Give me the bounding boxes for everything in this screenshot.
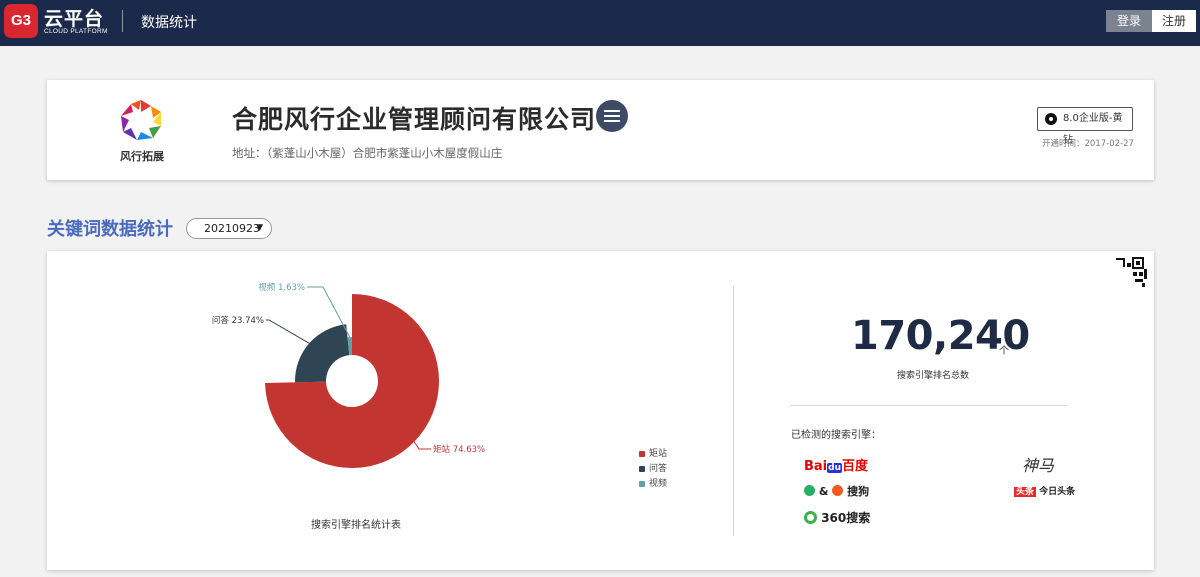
qr-code-icon[interactable] [1113,255,1149,291]
date-select[interactable]: 20210923 ▼ [186,218,272,239]
toutiao-tag: 头条 [1014,487,1037,497]
360-icon [804,511,817,524]
company-address: 地址：（紫蓬山小木屋）合肥市紫蓬山小木屋度假山庄 [232,146,503,160]
register-button[interactable]: 注册 [1152,10,1196,32]
g3-logo-badge[interactable]: G3 [4,4,38,38]
shenma-logo: 神马 [1022,456,1055,475]
wechat-icon [804,485,815,496]
company-name: 合肥风行企业管理顾问有限公司 [232,105,597,134]
company-info-card: 风行拓展 合肥风行企业管理顾问有限公司 地址：（紫蓬山小木屋）合肥市紫蓬山小木屋… [47,80,1154,180]
baidu-suffix: 百度 [842,459,869,474]
chart-title: 搜索引擎排名统计表 [311,520,401,531]
360-search-logo: 360搜索 [804,509,870,526]
slice-leader-line-1 [266,319,310,344]
edition-badge[interactable]: 8.0企业版-黄钻 [1037,107,1133,146]
logo-title[interactable]: 云平台 [44,4,104,31]
legend-item-1[interactable]: 问答 [639,462,667,477]
edition-disc-icon [1045,113,1057,125]
legend-item-2[interactable]: 视频 [639,477,667,492]
horizontal-divider [790,405,1067,406]
sogou-icon [832,485,844,496]
legend-item-0[interactable]: 矩站 [639,447,667,462]
date-select-value: 20210923 [204,222,260,235]
sogou-label: 搜狗 [847,485,870,498]
caret-down-icon: ▼ [256,223,263,233]
toutiao-logo: 头条 今日头条 [1014,484,1075,497]
legend-label: 视频 [649,479,668,489]
legend-swatch [639,481,645,487]
total-unit: 个 [999,346,1009,357]
slice-label-1: 问答 23.74% [212,315,264,326]
nav-divider [122,10,123,32]
engines-label: 已检测的搜索引擎： [791,430,881,441]
company-logo-text: 风行拓展 [120,150,164,163]
login-button[interactable]: 登录 [1106,10,1152,32]
slice-leader-line-0 [413,441,431,450]
legend-swatch [639,451,645,457]
nav-page-title: 数据统计 [141,15,197,31]
legend-label: 问答 [649,464,668,474]
chart-legend: 矩站 问答 视频 [639,447,667,492]
pie-slice-0[interactable] [265,294,440,468]
open-date: 开通时间：2017-02-27 [1042,139,1134,149]
toutiao-label: 今日头条 [1039,487,1076,497]
company-logo-icon [121,100,161,140]
baidu-logo: Baidu百度 [804,455,868,474]
slice-label-0: 矩站 74.63% [433,444,485,455]
total-label: 搜索引擎排名总数 [897,371,970,381]
section-title: 关键词数据统计 [47,219,173,240]
menu-icon[interactable] [596,100,628,132]
stats-card: 矩站 74.63% 问答 23.74% 视频 1.63% 矩站 问答 视频 搜索引擎… [47,251,1154,570]
legend-label: 矩站 [649,449,668,459]
pie-slice-1[interactable] [295,324,350,383]
top-nav-bar: G3 云平台 CLOUD PLATFORM 数据统计 登录 注册 [0,0,1200,46]
legend-swatch [639,466,645,472]
vertical-divider [733,286,734,536]
logo-subtitle: CLOUD PLATFORM [44,28,108,35]
baidu-paw-badge: du [827,463,842,473]
wechat-sogou-logo: & 搜狗 [804,483,869,499]
baidu-prefix: Bai [804,459,828,474]
360-label: 360搜索 [821,511,871,525]
slice-label-2: 视频 1.63% [258,282,305,293]
